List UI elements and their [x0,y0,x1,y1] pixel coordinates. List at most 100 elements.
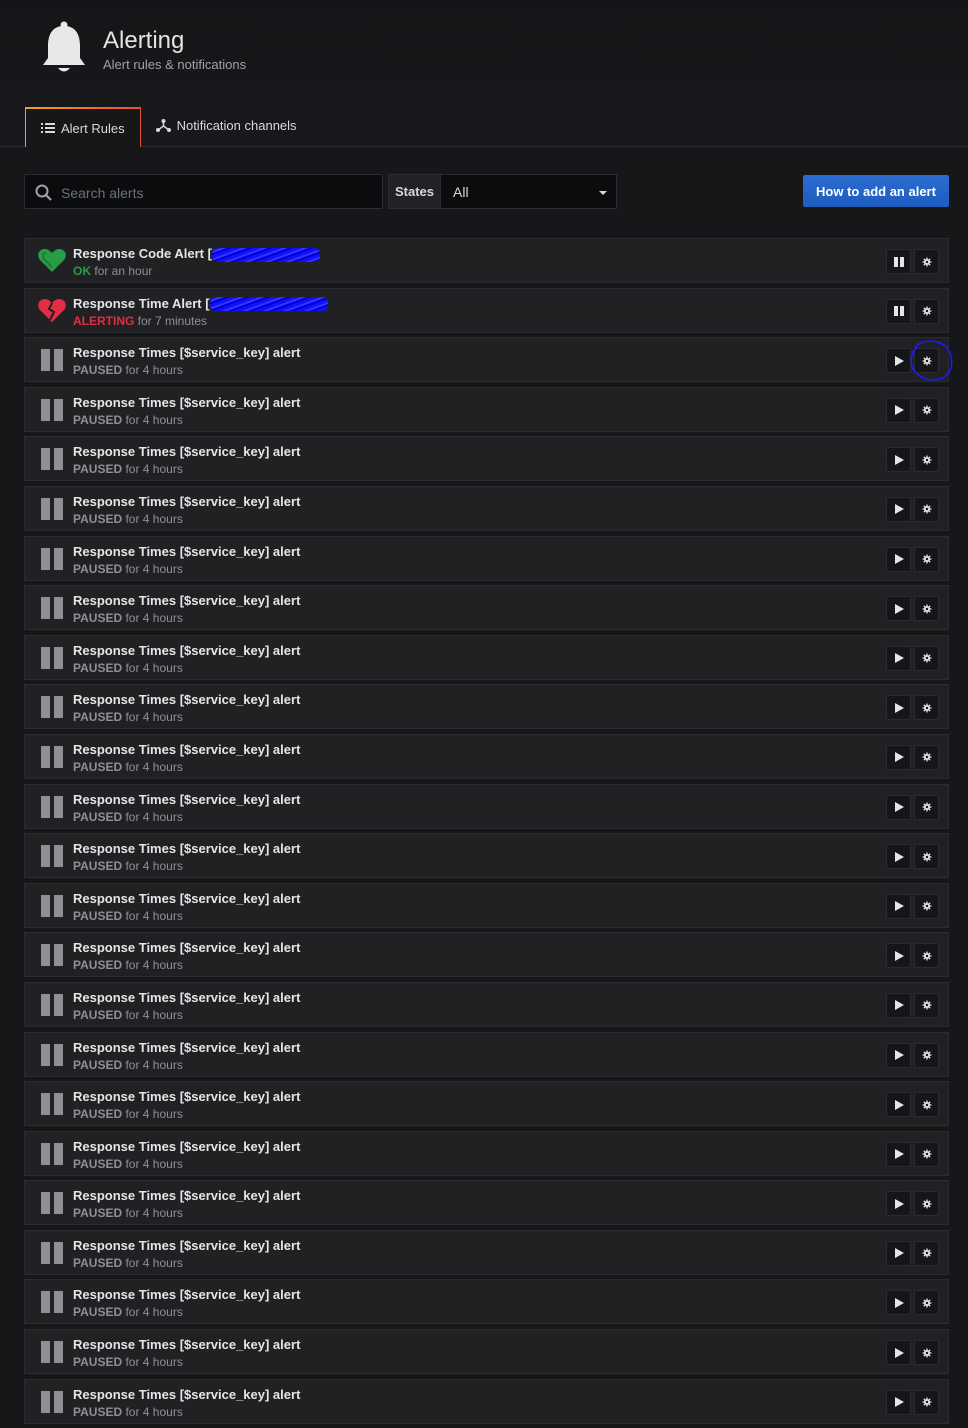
state-duration: for 4 hours [122,660,183,675]
pause-rule-button[interactable] [886,298,911,324]
resume-rule-button[interactable] [886,695,911,721]
resume-rule-button[interactable] [886,1290,911,1316]
edit-rule-button[interactable] [914,794,939,820]
search-box[interactable] [24,174,383,210]
alert-name[interactable]: Response Times [$service_key] alert [73,841,300,856]
edit-rule-button[interactable] [914,645,939,671]
tab-notification-channels[interactable]: Notification channels [141,106,312,145]
pause-shape [41,1142,63,1165]
resume-rule-button[interactable] [886,496,911,522]
resume-rule-button[interactable] [886,992,911,1018]
resume-rule-button[interactable] [886,1389,911,1415]
alert-name[interactable]: Response Times [$service_key] alert [73,1089,300,1104]
alert-name[interactable]: Response Times [$service_key] alert [73,692,300,707]
alert-rule-row: Response Times [$service_key] alert PAUSE… [24,634,949,680]
alert-name[interactable]: Response Times [$service_key] alert [73,1139,300,1154]
edit-rule-button[interactable] [914,496,939,522]
edit-rule-button[interactable] [914,1340,939,1366]
pause-rule-button[interactable] [886,249,911,274]
alert-name[interactable]: Response Times [$service_key] alert [73,494,300,509]
edit-rule-button[interactable] [914,1141,939,1167]
resume-rule-button[interactable] [886,1240,911,1266]
pause-shape [41,894,63,917]
resume-rule-button[interactable] [886,546,911,572]
search-input[interactable] [59,175,381,210]
gear-icon [922,405,931,415]
tab-alert-rules[interactable]: Alert Rules [25,107,141,147]
alert-name[interactable]: Response Times [$service_key] alert [73,1238,300,1253]
resume-rule-button[interactable] [886,397,911,423]
play-icon [894,901,904,912]
edit-rule-button[interactable] [914,744,939,770]
state-duration: for 4 hours [122,1107,183,1122]
alert-name[interactable]: Response Times [$service_key] alert [73,395,300,410]
resume-rule-button[interactable] [886,596,911,622]
resume-rule-button[interactable] [886,1340,911,1366]
edit-rule-button[interactable] [914,249,939,274]
alert-name[interactable]: Response Times [$service_key] alert [73,1040,300,1055]
edit-rule-button[interactable] [914,1092,939,1118]
alert-name[interactable]: Response Times [$service_key] alert [73,891,300,906]
edit-rule-button[interactable] [914,298,939,324]
states-label: States [388,174,441,209]
alert-state: PAUSED for 4 hours [73,1157,183,1171]
alert-name[interactable]: Response Times [$service_key] alert [73,1188,300,1203]
alert-name[interactable]: Response Times [$service_key] alert [73,1337,300,1352]
gear-icon [922,1149,931,1159]
resume-rule-button[interactable] [886,447,911,473]
resume-rule-button[interactable] [886,1092,911,1118]
edit-rule-button[interactable] [914,397,939,423]
alert-name[interactable]: Response Times [$service_key] alert [73,1287,300,1302]
resume-rule-button[interactable] [886,893,911,919]
resume-rule-button[interactable] [886,1042,911,1068]
alert-name[interactable]: Response Times [$service_key] alert [73,940,300,955]
edit-rule-button[interactable] [914,1290,939,1316]
edit-rule-button[interactable] [914,992,939,1018]
edit-rule-button[interactable] [914,546,939,572]
alert-name[interactable]: Response Times [$service_key] alert [73,444,300,459]
pause-shape [41,349,63,372]
alert-name[interactable]: Response Times [$service_key] alert [73,345,300,360]
alert-rule-row: Response Times [$service_key] alert PAUSE… [24,386,949,432]
edit-rule-button[interactable] [914,1042,939,1068]
play-icon [894,355,904,366]
alert-rule-row: Response Times [$service_key] alert PAUSE… [24,684,949,730]
alert-state: PAUSED for 4 hours [73,909,183,923]
alert-name[interactable]: Response Times [$service_key] alert [73,643,300,658]
edit-rule-button[interactable] [914,1389,939,1415]
resume-rule-button[interactable] [886,348,911,374]
edit-rule-button[interactable] [914,596,939,622]
alert-name[interactable]: Response Times [$service_key] alert [73,1387,300,1402]
resume-rule-button[interactable] [886,1141,911,1167]
alert-name[interactable]: Response Code Alert [ [73,246,320,262]
resume-rule-button[interactable] [886,645,911,671]
edit-rule-button[interactable] [914,943,939,969]
alert-rule-row: Response Times [$service_key] alert PAUSE… [24,436,949,482]
edit-rule-button[interactable] [914,844,939,870]
alert-name[interactable]: Response Time Alert [ [73,296,328,312]
edit-rule-button[interactable] [914,893,939,919]
resume-rule-button[interactable] [886,844,911,870]
pause-shape [41,1192,63,1215]
resume-rule-button[interactable] [886,744,911,770]
play-icon [894,1099,904,1110]
resume-rule-button[interactable] [886,943,911,969]
edit-rule-button[interactable] [914,348,939,374]
alert-name[interactable]: Response Times [$service_key] alert [73,742,300,757]
how-to-add-alert-button[interactable]: How to add an alert [803,175,949,207]
edit-rule-button[interactable] [914,447,939,473]
alert-name[interactable]: Response Times [$service_key] alert [73,792,300,807]
resume-rule-button[interactable] [886,1191,911,1217]
alert-name[interactable]: Response Times [$service_key] alert [73,544,300,559]
alert-name[interactable]: Response Times [$service_key] alert [73,593,300,608]
edit-rule-button[interactable] [914,695,939,721]
resume-rule-button[interactable] [886,794,911,820]
states-select[interactable]: All [440,174,617,209]
state-duration: for 4 hours [122,1206,183,1221]
play-icon [894,752,904,763]
alert-name[interactable]: Response Times [$service_key] alert [73,990,300,1005]
pause-icon [37,794,67,820]
edit-rule-button[interactable] [914,1240,939,1266]
gear-icon [922,1100,931,1110]
edit-rule-button[interactable] [914,1191,939,1217]
